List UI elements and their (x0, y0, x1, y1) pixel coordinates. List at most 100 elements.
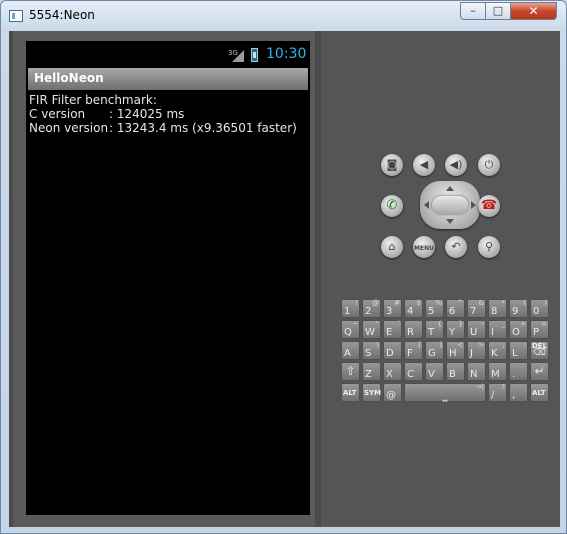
key-4[interactable]: 4 $ (404, 299, 423, 318)
result-label: Neon version (29, 121, 109, 135)
dpad-right-icon[interactable] (471, 201, 476, 209)
key-sym[interactable]: SYM (362, 383, 381, 402)
volume-down-button[interactable]: ◀ (413, 154, 435, 176)
power-icon: ⏻ (484, 158, 494, 171)
result-value: : 13243.4 ms (x9.36501 faster) (109, 121, 297, 135)
key-c[interactable]: C (404, 362, 423, 381)
hardware-controls-panel: ◙ ◀ ◀) ⏻ ✆ ☎ ⌂ MENU ↶ ⚲ 1! 2 @ 3 # 4 $ 5… (321, 31, 560, 527)
key-o[interactable]: O + (509, 320, 528, 339)
end-call-button[interactable]: ☎ (478, 195, 500, 217)
key-m[interactable]: M (488, 362, 507, 381)
space-icon: ⎵ (442, 388, 448, 402)
delete-icon: ⌫ (533, 348, 546, 358)
maximize-button[interactable]: □ (485, 2, 511, 20)
key-1[interactable]: 1! (341, 299, 360, 318)
minimize-button[interactable]: – (460, 2, 486, 20)
key-slash[interactable]: /? (488, 383, 507, 402)
result-row-neon: Neon version : 13243.4 ms (x9.36501 fast… (29, 121, 307, 135)
call-icon: ✆ (386, 198, 398, 213)
volume-up-button[interactable]: ◀) (445, 154, 467, 176)
key-i[interactable]: I _ (488, 320, 507, 339)
phone-bezel: 3G 10:30 HelloNeon FIR Filter benchmark:… (13, 31, 315, 527)
key-t[interactable]: T{ (425, 320, 444, 339)
tab-icon: →| (475, 383, 484, 391)
key-e[interactable]: E ´ (383, 320, 402, 339)
key-x[interactable]: X (383, 362, 402, 381)
output-heading: FIR Filter benchmark: (29, 93, 307, 107)
signal-icon (232, 50, 244, 62)
key-y[interactable]: Y} (446, 320, 465, 339)
minimize-icon: – (470, 4, 476, 17)
key-d[interactable]: D (383, 341, 402, 360)
key-n[interactable]: N (467, 362, 486, 381)
key-z[interactable]: Z (362, 362, 381, 381)
key-alt-right[interactable]: ALT (530, 383, 549, 402)
key-g[interactable]: G] (425, 341, 444, 360)
call-button[interactable]: ✆ (381, 195, 403, 217)
key-alt-left[interactable]: ALT (341, 383, 360, 402)
qwerty-keyboard: 1! 2 @ 3 # 4 $ 5% 6 ^ 7 & 8 * 9( 0) Q ~ W " E ´ R… (341, 299, 556, 405)
result-label: C version (29, 107, 86, 121)
dpad-center-button[interactable] (432, 196, 468, 214)
search-button[interactable]: ⚲ (478, 236, 500, 258)
camera-button[interactable]: ◙ (381, 154, 403, 176)
key-u[interactable]: U- (467, 320, 486, 339)
enter-icon: ↵ (534, 364, 545, 378)
window-titlebar[interactable]: 5554:Neon – □ ✕ (1, 1, 566, 31)
key-7[interactable]: 7 & (467, 299, 486, 318)
shift-icon: ⇧ (345, 364, 356, 378)
key-l[interactable]: L: (509, 341, 528, 360)
key-at[interactable]: @ (383, 383, 402, 402)
key-space[interactable]: ⎵ →| (404, 383, 486, 402)
key-comma[interactable]: , (509, 383, 528, 402)
home-icon: ⌂ (388, 240, 396, 253)
maximize-icon: □ (492, 4, 504, 17)
key-k[interactable]: K; (488, 341, 507, 360)
home-button[interactable]: ⌂ (381, 236, 403, 258)
back-button[interactable]: ↶ (445, 236, 467, 258)
key-r[interactable]: R (404, 320, 423, 339)
dpad-up-icon[interactable] (446, 186, 454, 191)
key-6[interactable]: 6 ^ (446, 299, 465, 318)
emulator-body: 3G 10:30 HelloNeon FIR Filter benchmark:… (9, 31, 560, 527)
app-window-icon (9, 10, 23, 22)
key-a[interactable]: A (341, 341, 360, 360)
volume-up-icon: ◀) (449, 158, 463, 171)
key-b[interactable]: B (446, 362, 465, 381)
key-period[interactable]: . (509, 362, 528, 381)
key-s[interactable]: S \ (362, 341, 381, 360)
dpad-down-icon[interactable] (446, 219, 454, 224)
key-9[interactable]: 9( (509, 299, 528, 318)
search-icon: ⚲ (484, 240, 494, 253)
dpad-left-icon[interactable] (424, 201, 429, 209)
close-button[interactable]: ✕ (510, 2, 557, 20)
key-0[interactable]: 0) (530, 299, 549, 318)
key-q[interactable]: Q ~ (341, 320, 360, 339)
heading-text: FIR Filter benchmark: (29, 93, 157, 107)
app-title: HelloNeon (34, 71, 104, 85)
key-w[interactable]: W " (362, 320, 381, 339)
key-f[interactable]: F[ (404, 341, 423, 360)
end-call-icon: ☎ (480, 198, 498, 213)
back-icon: ↶ (451, 240, 461, 253)
benchmark-output: FIR Filter benchmark: C version : 124025… (29, 93, 307, 135)
key-p[interactable]: P = (530, 320, 549, 339)
key-j[interactable]: J > (467, 341, 486, 360)
power-button[interactable]: ⏻ (478, 154, 500, 176)
status-time: 10:30 (266, 46, 307, 62)
dpad[interactable] (420, 181, 480, 229)
key-8[interactable]: 8 * (488, 299, 507, 318)
app-titlebar: HelloNeon (28, 68, 308, 90)
menu-button[interactable]: MENU (413, 236, 435, 258)
key-v[interactable]: V (425, 362, 444, 381)
key-2[interactable]: 2 @ (362, 299, 381, 318)
key-h[interactable]: H < (446, 341, 465, 360)
key-delete[interactable]: DEL ⌫ (530, 341, 549, 360)
key-5[interactable]: 5% (425, 299, 444, 318)
key-shift[interactable]: ⇧ (341, 362, 360, 381)
key-3[interactable]: 3 # (383, 299, 402, 318)
status-bar: 3G 10:30 (26, 41, 310, 67)
battery-icon (251, 48, 258, 62)
device-screen[interactable]: 3G 10:30 HelloNeon FIR Filter benchmark:… (26, 41, 310, 515)
key-enter[interactable]: ↵ (530, 362, 549, 381)
